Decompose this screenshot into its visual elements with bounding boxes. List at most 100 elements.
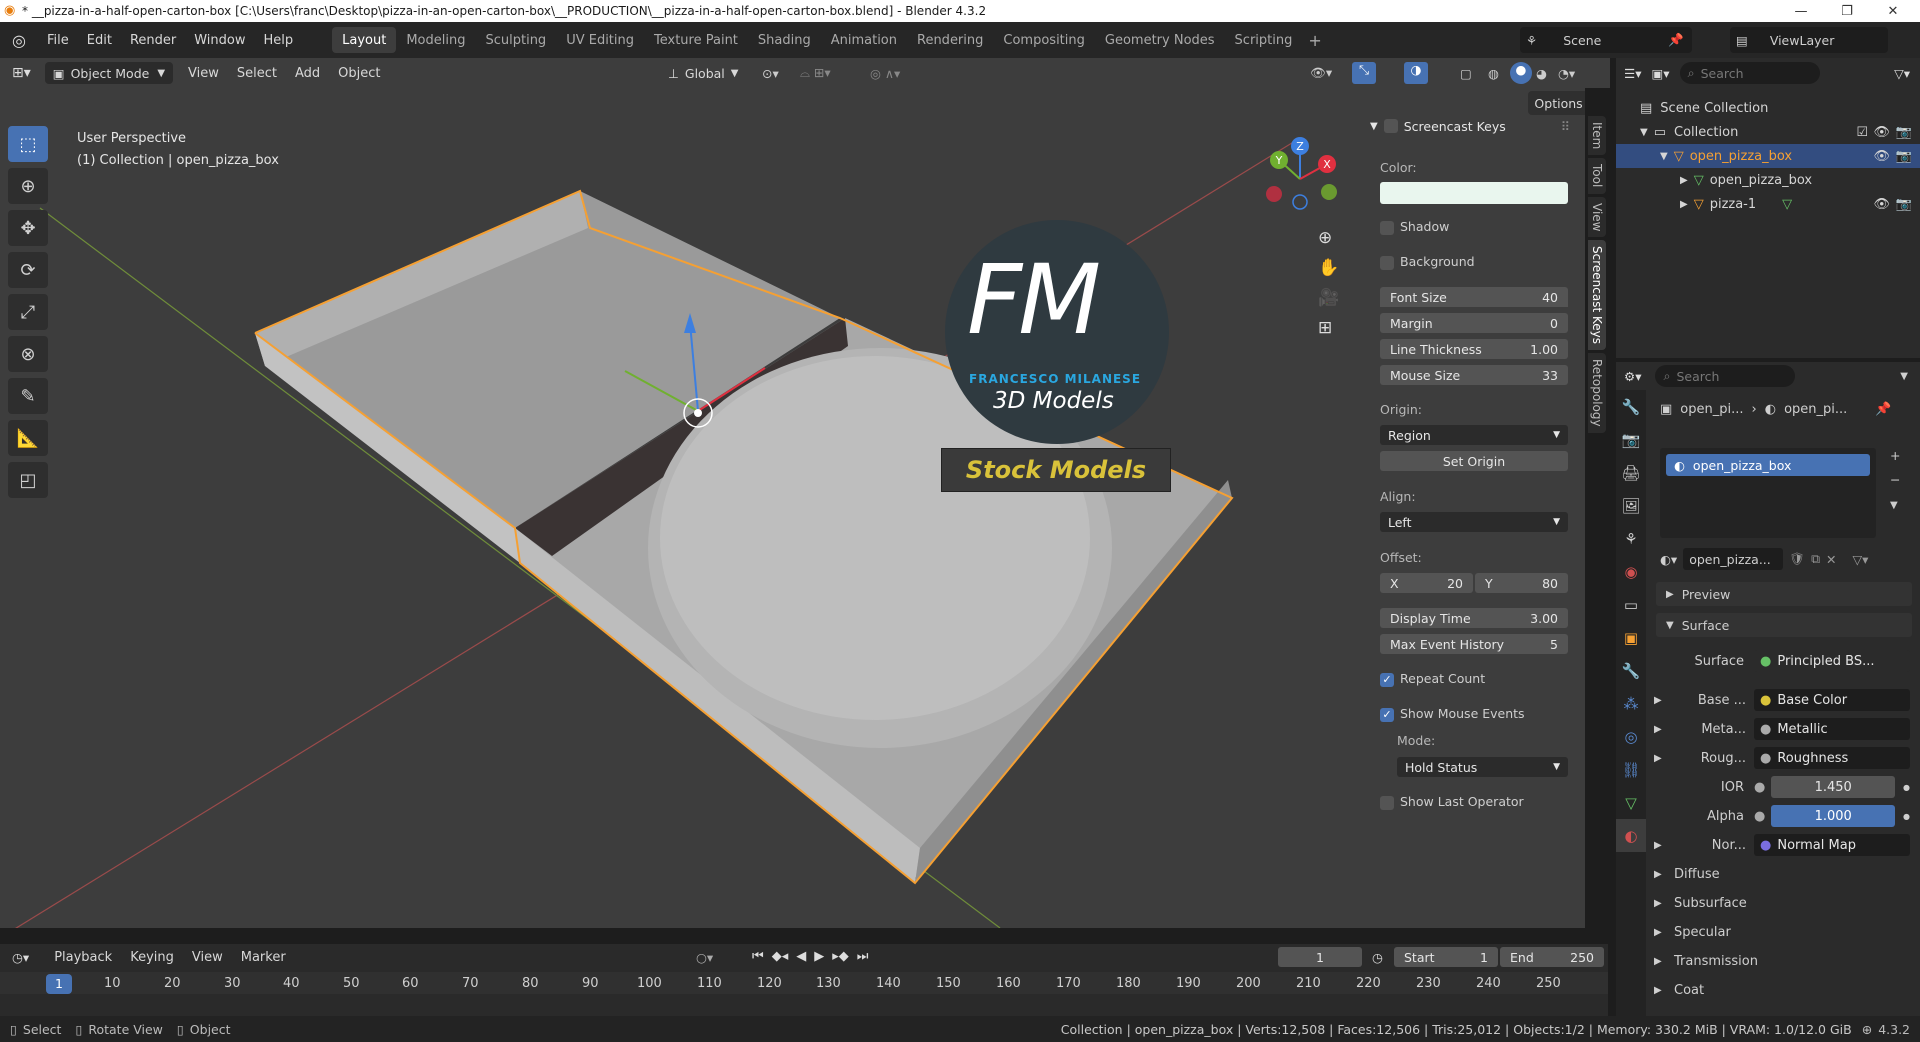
tab-animation[interactable]: Animation <box>821 27 907 53</box>
scene-props-icon[interactable]: ⚘ <box>1616 522 1646 555</box>
show-last-operator-row[interactable]: Show Last Operator <box>1380 794 1524 810</box>
eye-icon[interactable]: 👁 <box>1873 149 1890 164</box>
tab-layout[interactable]: Layout <box>332 27 397 53</box>
tab-texture-paint[interactable]: Texture Paint <box>644 27 748 53</box>
solid-shading-icon[interactable]: ● <box>1510 62 1532 84</box>
tab-view[interactable]: View <box>1588 196 1606 238</box>
physics-props-icon[interactable]: ◎ <box>1616 720 1646 753</box>
ior-field[interactable]: 1.450 <box>1771 776 1896 798</box>
end-frame-field[interactable]: End 250 <box>1500 947 1604 967</box>
add-workspace-icon[interactable]: + <box>1308 31 1321 50</box>
chevron-right-icon[interactable]: ▶ <box>1654 840 1672 851</box>
3d-viewport[interactable]: User Perspective (1) Collection | open_p… <box>0 88 1585 928</box>
chevron-down-icon[interactable]: ▼ <box>1640 127 1648 138</box>
proportional-edit-icon[interactable]: ◎ ∧▾ <box>870 66 900 81</box>
timeline-menu-marker[interactable]: Marker <box>232 944 295 970</box>
timeline-menu-keying[interactable]: Keying <box>121 944 183 970</box>
collection-row[interactable]: ▼ ▭ Collection ☑ 👁 📷 <box>1616 120 1920 144</box>
filter-icon[interactable]: ▽▾ <box>1894 66 1910 81</box>
menu-edit[interactable]: Edit <box>78 22 121 58</box>
chevron-right-icon[interactable]: ▶ <box>1654 724 1672 735</box>
camera-icon[interactable]: 📷 <box>1896 197 1912 212</box>
duplicate-icon[interactable]: ⧉ <box>1811 551 1820 567</box>
tab-compositing[interactable]: Compositing <box>993 27 1095 53</box>
play-reverse-icon[interactable]: ◀ <box>796 949 806 964</box>
display-mode-icon[interactable]: ▣▾ <box>1651 66 1669 81</box>
repeat-count-checkbox[interactable]: ✓ <box>1380 672 1394 687</box>
roughness-field[interactable]: ● Roughness <box>1754 747 1910 769</box>
orientation-dropdown[interactable]: ⊥ Global ▼ <box>660 62 746 84</box>
outliner-item-open-pizza-box[interactable]: ▼ ▽ open_pizza_box 👁 📷 <box>1616 144 1920 168</box>
annotate-tool-icon[interactable]: ✎ <box>8 378 48 414</box>
chevron-right-icon[interactable]: ▶ <box>1680 199 1688 210</box>
pivot-icon[interactable]: ⊙▾ <box>762 66 779 81</box>
set-origin-button[interactable]: Set Origin <box>1380 451 1568 471</box>
prev-keyframe-icon[interactable]: ◆◂ <box>772 949 789 964</box>
auto-key-icon[interactable]: ○▾ <box>696 950 713 965</box>
collapse-icon[interactable]: ▼ <box>1370 121 1378 132</box>
rotate-tool-icon[interactable]: ⟳ <box>8 252 48 288</box>
pin-icon[interactable]: 📌 <box>1875 402 1891 417</box>
margin-field[interactable]: Margin 0 <box>1380 313 1568 333</box>
tab-item[interactable]: Item <box>1588 116 1606 156</box>
chevron-down-icon[interactable]: ▼ <box>1660 151 1668 162</box>
vp-menu-select[interactable]: Select <box>228 58 286 88</box>
material-props-icon[interactable]: ◐ <box>1616 819 1646 852</box>
maximize-icon[interactable]: ❐ <box>1824 0 1870 22</box>
transform-tool-icon[interactable]: ⊗ <box>8 336 48 372</box>
offset-y-field[interactable]: Y 80 <box>1475 573 1568 593</box>
color-swatch[interactable] <box>1380 182 1568 204</box>
diffuse-section[interactable]: ▶ Diffuse <box>1654 863 1910 885</box>
remove-slot-icon[interactable]: − <box>1890 472 1900 487</box>
select-box-tool-icon[interactable]: ⬚ <box>8 126 48 162</box>
view-layer-selector[interactable]: ▤ ViewLayer <box>1730 27 1888 53</box>
menu-file[interactable]: File <box>38 22 78 58</box>
scene-selector[interactable]: ⚘ Scene 📌 <box>1520 27 1692 53</box>
world-props-icon[interactable]: ◉ <box>1616 555 1646 588</box>
keyframe-dot-icon[interactable]: ● <box>1903 783 1910 792</box>
keyframe-dot-icon[interactable]: ● <box>1903 812 1910 821</box>
background-checkbox[interactable] <box>1380 255 1394 270</box>
cursor-tool-icon[interactable]: ⊕ <box>8 168 48 204</box>
camera-view-icon[interactable]: 🎥 <box>1318 288 1339 308</box>
line-thickness-field[interactable]: Line Thickness 1.00 <box>1380 339 1568 359</box>
coat-section[interactable]: ▶ Coat <box>1654 979 1910 1001</box>
properties-search[interactable]: ⌕ Search <box>1655 365 1796 387</box>
tab-shading[interactable]: Shading <box>748 27 821 53</box>
font-size-field[interactable]: Font Size 40 <box>1380 287 1568 307</box>
scene-collection-row[interactable]: ▤ Scene Collection <box>1616 96 1920 120</box>
display-time-field[interactable]: Display Time 3.00 <box>1380 608 1568 628</box>
grid-projection-icon[interactable]: ⊞ <box>1318 318 1339 338</box>
align-dropdown[interactable]: Left ▼ <box>1380 512 1568 532</box>
menu-help[interactable]: Help <box>255 22 303 58</box>
overlay-toggle-icon[interactable]: ◑ <box>1404 62 1428 84</box>
tab-rendering[interactable]: Rendering <box>907 27 993 53</box>
jump-end-icon[interactable]: ⏭ <box>857 949 869 964</box>
tab-screencast-keys[interactable]: Screencast Keys <box>1588 240 1606 351</box>
vp-menu-add[interactable]: Add <box>286 58 329 88</box>
clock-icon[interactable]: ◷ <box>1372 950 1383 965</box>
snap-icon[interactable]: ⌓ ⊞▾ <box>800 65 831 81</box>
show-mouse-events-checkbox[interactable]: ✓ <box>1380 707 1394 722</box>
view-layer-props-icon[interactable]: 🖼 <box>1616 489 1646 522</box>
minimize-icon[interactable]: — <box>1778 0 1824 22</box>
material-shading-icon[interactable]: ◕ <box>1536 66 1547 81</box>
move-tool-icon[interactable]: ✥ <box>8 210 48 246</box>
surface-section[interactable]: ▼ Surface <box>1656 613 1912 637</box>
unlink-icon[interactable]: ✕ <box>1826 552 1836 567</box>
surface-shader-field[interactable]: ● Principled BS... <box>1754 650 1910 672</box>
menu-window[interactable]: Window <box>185 22 254 58</box>
mode-dropdown[interactable]: Hold Status ▼ <box>1397 757 1568 777</box>
camera-icon[interactable]: 📷 <box>1896 149 1912 164</box>
material-slot[interactable]: ◐ open_pizza_box <box>1666 454 1870 476</box>
gizmo-toggle-icon[interactable]: ⤡ <box>1352 62 1376 84</box>
tab-modeling[interactable]: Modeling <box>396 27 475 53</box>
play-icon[interactable]: ▶ <box>814 949 824 964</box>
outliner-item-mesh-data[interactable]: ▶ ▽ open_pizza_box <box>1616 168 1920 192</box>
show-last-operator-checkbox[interactable] <box>1380 795 1394 810</box>
outliner-search[interactable]: ⌕ Search <box>1679 62 1820 84</box>
origin-dropdown[interactable]: Region ▼ <box>1380 425 1568 445</box>
modifier-props-icon[interactable]: 🔧 <box>1616 654 1646 687</box>
repeat-count-row[interactable]: ✓ Repeat Count <box>1380 671 1485 687</box>
start-frame-field[interactable]: Start 1 <box>1394 947 1498 967</box>
